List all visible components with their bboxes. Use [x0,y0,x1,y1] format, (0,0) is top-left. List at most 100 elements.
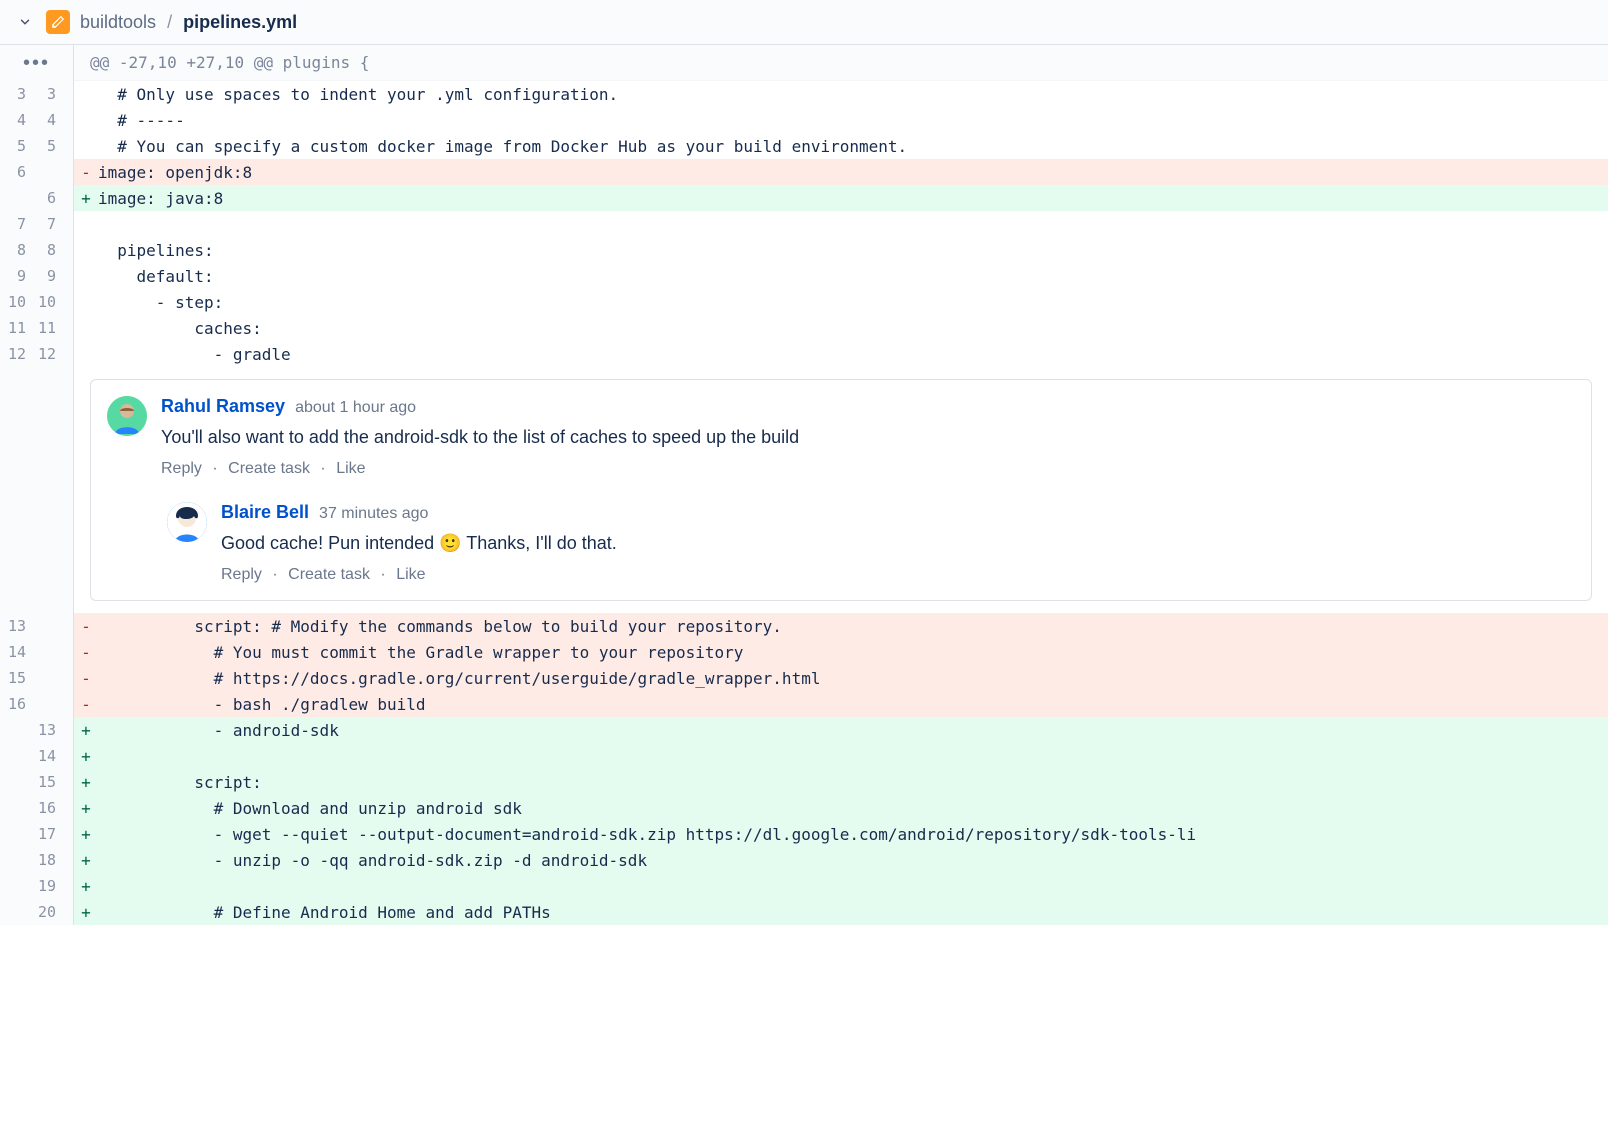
old-line-number: 6 [0,163,30,181]
create-task-button[interactable]: Create task [228,460,310,477]
code-line[interactable]: - # https://docs.gradle.org/current/user… [74,665,1608,691]
gutter-row[interactable]: 17 [0,821,73,847]
code-line[interactable]: + [74,873,1608,899]
file-path[interactable]: buildtools / pipelines.yml [80,12,297,33]
code-line[interactable]: pipelines: [74,237,1608,263]
new-line-number: 14 [30,747,60,765]
gutter-row[interactable]: 1212 [0,341,73,367]
code-line[interactable]: - gradle [74,341,1608,367]
diff-marker: + [74,903,98,922]
gutter-row[interactable]: 6 [0,185,73,211]
diff-marker: + [74,773,98,792]
gutter-row[interactable]: 16 [0,691,73,717]
code-line[interactable]: -image: openjdk:8 [74,159,1608,185]
gutter-row[interactable]: 20 [0,899,73,925]
gutter-row[interactable]: 6 [0,159,73,185]
old-line-number: 15 [0,669,30,687]
gutter-row[interactable]: 18 [0,847,73,873]
comment-timestamp: 37 minutes ago [319,505,428,523]
diff-marker: - [74,163,98,182]
comment-actions: Reply · Create task · Like [221,566,1575,584]
new-line-number: 10 [30,293,60,311]
code-line[interactable]: default: [74,263,1608,289]
code-content: # Only use spaces to indent your .yml co… [98,85,618,104]
avatar[interactable] [107,396,147,436]
old-line-number: 11 [0,319,30,337]
code-line[interactable] [74,211,1608,237]
new-line-number: 12 [30,345,60,363]
avatar[interactable] [167,502,207,542]
more-actions-button[interactable]: ••• [0,45,73,81]
code-line[interactable]: # Only use spaces to indent your .yml co… [74,81,1608,107]
reply-button[interactable]: Reply [221,566,262,583]
like-button[interactable]: Like [396,566,425,583]
code-line[interactable]: # ----- [74,107,1608,133]
code-line[interactable]: - # You must commit the Gradle wrapper t… [74,639,1608,665]
reply-button[interactable]: Reply [161,460,202,477]
gutter-row[interactable]: 15 [0,769,73,795]
gutter-row[interactable]: 14 [0,743,73,769]
comment-author[interactable]: Blaire Bell [221,502,309,523]
gutter-row[interactable]: 1111 [0,315,73,341]
gutter-row[interactable]: 13 [0,613,73,639]
code-line[interactable]: - script: # Modify the commands below to… [74,613,1608,639]
diff-marker: + [74,189,98,208]
code-line[interactable]: + [74,743,1608,769]
code-content: - gradle [98,345,291,364]
code-line[interactable]: + - android-sdk [74,717,1608,743]
code-body: @@ -27,10 +27,10 @@ plugins { # Only use… [74,45,1608,925]
code-content: # You must commit the Gradle wrapper to … [98,643,743,662]
old-line-number: 4 [0,111,30,129]
diff-marker [74,85,98,104]
gutter-row[interactable]: 33 [0,81,73,107]
diff-marker: + [74,825,98,844]
new-line-number: 20 [30,903,60,921]
gutter-row[interactable]: 15 [0,665,73,691]
code-line[interactable]: + # Download and unzip android sdk [74,795,1608,821]
gutter-row[interactable]: 13 [0,717,73,743]
gutter-row[interactable]: 14 [0,639,73,665]
new-line-number: 5 [30,137,60,155]
gutter-row[interactable]: 19 [0,873,73,899]
diff-marker [74,241,98,260]
line-number-gutter: ••• 33445566778899101011111212 131415161… [0,45,74,925]
gutter-row[interactable]: 99 [0,263,73,289]
code-line[interactable]: - - bash ./gradlew build [74,691,1608,717]
gutter-row[interactable]: 1010 [0,289,73,315]
code-line[interactable]: + - unzip -o -qq android-sdk.zip -d andr… [74,847,1608,873]
new-line-number: 3 [30,85,60,103]
like-button[interactable]: Like [336,460,365,477]
code-line[interactable]: + # Define Android Home and add PATHs [74,899,1608,925]
new-line-number: 13 [30,721,60,739]
code-line[interactable]: caches: [74,315,1608,341]
code-line[interactable]: - step: [74,289,1608,315]
code-line[interactable]: # You can specify a custom docker image … [74,133,1608,159]
file-name: pipelines.yml [183,12,297,32]
gutter-row[interactable]: 16 [0,795,73,821]
code-content: # https://docs.gradle.org/current/usergu… [98,669,820,688]
code-line[interactable]: + script: [74,769,1608,795]
old-line-number: 7 [0,215,30,233]
code-line[interactable]: +image: java:8 [74,185,1608,211]
hunk-header: @@ -27,10 +27,10 @@ plugins { [74,45,1608,81]
code-line[interactable]: + - wget --quiet --output-document=andro… [74,821,1608,847]
diff-marker: + [74,851,98,870]
comment-text: You'll also want to add the android-sdk … [161,425,1575,450]
gutter-row[interactable]: 77 [0,211,73,237]
code-content: # ----- [98,111,185,130]
comment-author[interactable]: Rahul Ramsey [161,396,285,417]
new-line-number: 11 [30,319,60,337]
chevron-down-icon[interactable] [16,13,34,31]
code-content: - android-sdk [98,721,339,740]
new-line-number: 6 [30,189,60,207]
diff-marker: + [74,877,98,896]
create-task-button[interactable]: Create task [288,566,370,583]
file-header: buildtools / pipelines.yml [0,0,1608,45]
comment-timestamp: about 1 hour ago [295,399,416,417]
comment-text: Good cache! Pun intended 🙂 Thanks, I'll … [221,531,1575,556]
gutter-row[interactable]: 55 [0,133,73,159]
diff-marker: - [74,669,98,688]
gutter-row[interactable]: 44 [0,107,73,133]
gutter-row[interactable]: 88 [0,237,73,263]
folder-name: buildtools [80,12,156,32]
